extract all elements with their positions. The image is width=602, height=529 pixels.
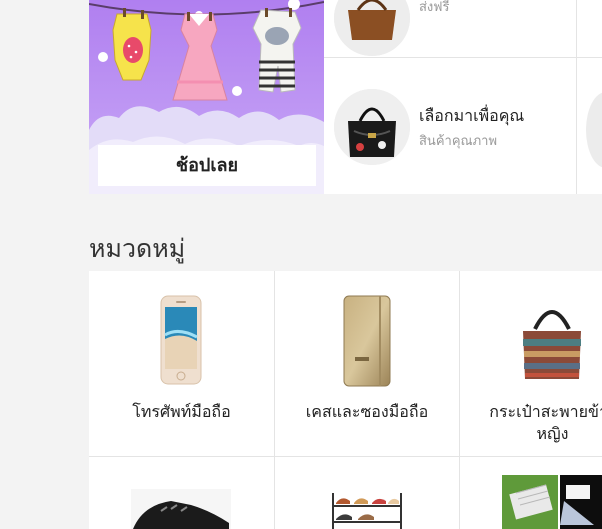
category-label: โทรศัพท์มือถือ [132, 402, 231, 421]
recommend-item[interactable]: ส่งฟรี [324, 0, 602, 58]
recommend-item-title: เลือกมาเพื่อคุณ [419, 106, 525, 125]
category-heading: หมวดหมู่ [89, 234, 186, 263]
recommend-item-subtitle: ส่งฟรี [419, 0, 450, 15]
shop-now-button[interactable]: ช้อปเลย [98, 145, 316, 186]
category-tile-solar-lights[interactable] [460, 457, 602, 529]
sneakers-image [131, 489, 231, 529]
phone-case-image [343, 295, 391, 387]
recommend-item-subtitle: สินค้าคุณภาพ [419, 134, 498, 149]
shoulder-bag-image [523, 310, 581, 379]
recommendation-panel: ส่งฟรี เลือกมาเพื่อคุณ สินค้าคุณภาพ [324, 0, 602, 194]
smartphone-image [160, 295, 202, 385]
solar-light-image [502, 475, 602, 529]
category-tile-shoulder-bags[interactable]: กระเป๋าสะพายข้าง หญิง [460, 271, 602, 456]
black-handbag-image [334, 89, 410, 165]
category-tile-phone-cases[interactable]: เคสและซองมือถือ [275, 271, 459, 456]
category-tile-mobile-phones[interactable]: โทรศัพท์มือถือ [89, 271, 274, 456]
promo-banner[interactable]: ช้อปเลย [89, 0, 324, 194]
panel-divider [576, 0, 577, 194]
recommend-item[interactable]: เลือกมาเพื่อคุณ สินค้าคุณภาพ [324, 58, 602, 194]
category-tile-sneakers[interactable] [89, 457, 274, 529]
category-grid: โทรศัพท์มือถือ เคสและซองมือถือ กระเป๋าสะ… [89, 271, 602, 529]
category-label: เคสและซองมือถือ [305, 402, 429, 421]
shoe-rack-image [332, 493, 402, 529]
category-label: กระเป๋าสะพายข้าง หญิง [489, 402, 602, 443]
category-tile-shoe-racks[interactable] [275, 457, 459, 529]
brown-handbag-image [334, 0, 410, 56]
